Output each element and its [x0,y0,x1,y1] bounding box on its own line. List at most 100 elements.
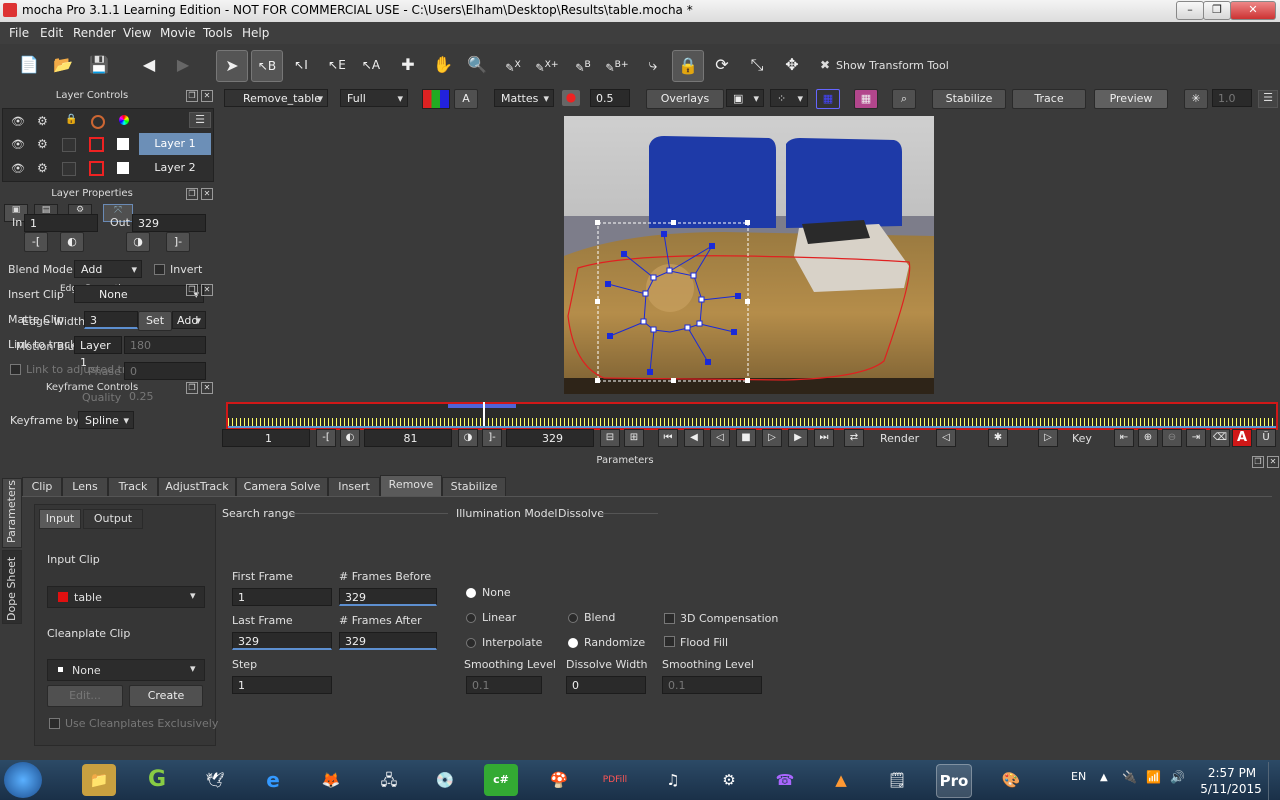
in-point-field[interactable]: 1 [24,214,98,232]
select-e-tool[interactable]: ↖E [322,50,352,80]
frames-after-field[interactable]: 329 [339,632,437,650]
float-panel-icon[interactable]: ❐ [186,90,198,102]
cleanplate-clip-dropdown[interactable]: None ▾ [47,659,205,681]
menu-tools[interactable]: Tools [203,26,233,40]
keyframe-by-dropdown[interactable]: Spline [78,411,134,430]
delete-all-keys-icon[interactable]: ⌫ [1210,429,1230,447]
file-explorer-icon[interactable]: 📁 [82,764,116,796]
flood-fill-checkbox[interactable] [664,636,675,647]
new-project-icon[interactable]: 📄 [14,50,44,80]
set-in-button[interactable]: -[ [316,429,336,447]
settings-icon[interactable]: ⚙ [37,137,48,151]
green-app-icon[interactable]: G [140,764,174,796]
undo-keys-icon[interactable]: Ü [1256,429,1276,447]
internet-explorer-icon[interactable]: e [256,764,290,796]
viber-icon[interactable]: ☎ [768,764,802,796]
zoom-tool-icon[interactable]: 🔍 [462,50,492,80]
layer-row[interactable]: 👁 ⚙ Layer 1 [3,133,213,157]
tab-output[interactable]: Output [83,509,143,529]
tab-clip[interactable]: Clip [22,477,62,497]
stop-icon[interactable]: ■ [736,429,756,447]
illumination-none-radio[interactable] [466,588,476,598]
add-key-icon[interactable]: ⊕ [1138,429,1158,447]
play-forward-icon[interactable]: ▷ [762,429,782,447]
pdfill-icon[interactable]: PDFill [598,764,632,796]
start-button[interactable] [4,762,42,798]
layer-name[interactable]: Layer 1 [139,133,211,155]
prev-frame-icon[interactable]: ◀ [684,429,704,447]
insert-clip-dropdown[interactable]: None [74,285,204,304]
bezier-spline-tool[interactable]: ✎B [568,50,598,80]
render-backward-icon[interactable]: ◁ [936,429,956,447]
menu-help[interactable]: Help [242,26,269,40]
select-b-tool[interactable]: ↖B [251,50,283,82]
smoothing-level-field[interactable]: 0.1 [466,676,542,694]
lock-toggle[interactable] [62,138,76,152]
overlay-options-icon[interactable]: ▣ [726,89,764,108]
menu-movie[interactable]: Movie [160,26,196,40]
out-point-field[interactable]: 329 [132,214,206,232]
viewer-frame[interactable] [564,116,934,394]
zoom-settings-icon[interactable]: ✳ [1184,89,1208,109]
go-to-in-point-icon[interactable]: ◐ [60,232,84,252]
csharp-app-icon[interactable]: c# [484,764,518,796]
tab-remove[interactable]: Remove [380,475,442,497]
first-frame-field[interactable]: 1 [232,588,332,606]
select-a-tool[interactable]: ↖A [356,50,386,80]
frames-before-field[interactable]: 329 [339,588,437,606]
select-i-tool[interactable]: ↖I [286,50,316,80]
layer-color-swatch[interactable] [89,161,104,176]
visibility-icon[interactable]: 👁 [11,138,25,151]
close-button[interactable]: ✕ [1230,1,1276,20]
dissolve-blend-radio[interactable] [568,613,578,623]
link-to-track-dropdown[interactable]: Layer 1 [74,336,122,369]
add-point-tool-icon[interactable]: ✚ [393,50,423,80]
create-cleanplate-button[interactable]: Create [129,685,203,707]
link-adjusted-checkbox[interactable] [10,364,21,375]
go-to-out-point-icon[interactable]: ◑ [126,232,150,252]
matte-opacity-icon[interactable]: ● [562,90,580,106]
layer-row[interactable]: 👁 ⚙ Layer 2 [3,157,213,181]
network-signal-icon[interactable]: 📶 [1146,770,1161,784]
smoothing-level-2-field[interactable]: 0.1 [662,676,762,694]
invert-checkbox[interactable] [154,264,165,275]
3d-compensation-checkbox[interactable] [664,613,675,624]
scale-tool-icon[interactable]: ⤡ [742,50,772,80]
open-project-icon[interactable]: 📂 [48,50,78,80]
zoom-field[interactable]: 1.0 [1212,89,1252,107]
end-frame-field[interactable]: 329 [506,429,594,447]
x-spline-tool[interactable]: ✎X [498,50,528,80]
illumination-interpolate-radio[interactable] [466,638,476,648]
show-hidden-icons-icon[interactable]: ▲ [1100,772,1108,783]
bird-app-icon[interactable]: 🕊 [198,764,232,796]
timeline-work-range[interactable] [448,404,516,408]
close-panel-icon[interactable]: ✕ [201,188,213,200]
tab-lens[interactable]: Lens [62,477,108,497]
set-edge-button[interactable]: Set [138,311,172,331]
undo-icon[interactable]: ◀ [134,50,164,80]
motion-blur-angle-field[interactable]: 180 [124,336,206,354]
select-tool-icon[interactable]: ➤ [216,50,248,82]
play-backward-icon[interactable]: ◁ [710,429,730,447]
move-tool-icon[interactable]: ✥ [777,50,807,80]
matte-opacity-field[interactable]: 0.5 [590,89,630,107]
phase-field[interactable]: 0 [124,362,206,380]
go-to-in-icon[interactable]: ◐ [340,429,360,447]
visibility-icon[interactable]: 👁 [11,162,25,175]
mattes-dropdown[interactable]: Mattes [494,89,554,108]
float-panel-icon[interactable]: ❐ [186,188,198,200]
preview-button[interactable]: Preview [1094,89,1168,109]
tab-stabilize[interactable]: Stabilize [442,477,506,497]
power-icon[interactable]: 🔌 [1122,770,1137,784]
set-in-point-button[interactable]: -[ [24,232,48,252]
dope-sheet-side-tab[interactable]: Dope Sheet [2,550,22,624]
show-surface-icon[interactable]: ▦ [816,89,840,109]
next-frame-icon[interactable]: ▶ [788,429,808,447]
quality-field[interactable]: 0.25 [124,388,206,406]
firefox-icon[interactable]: 🦊 [314,764,348,796]
tab-camera-solve[interactable]: Camera Solve [236,477,328,497]
red-app-icon[interactable]: 🍄 [542,764,576,796]
matte-color-swatch[interactable] [117,162,129,174]
paint-icon[interactable]: 🎨 [994,764,1028,796]
layer-select-dropdown[interactable]: Remove_table [224,89,328,108]
